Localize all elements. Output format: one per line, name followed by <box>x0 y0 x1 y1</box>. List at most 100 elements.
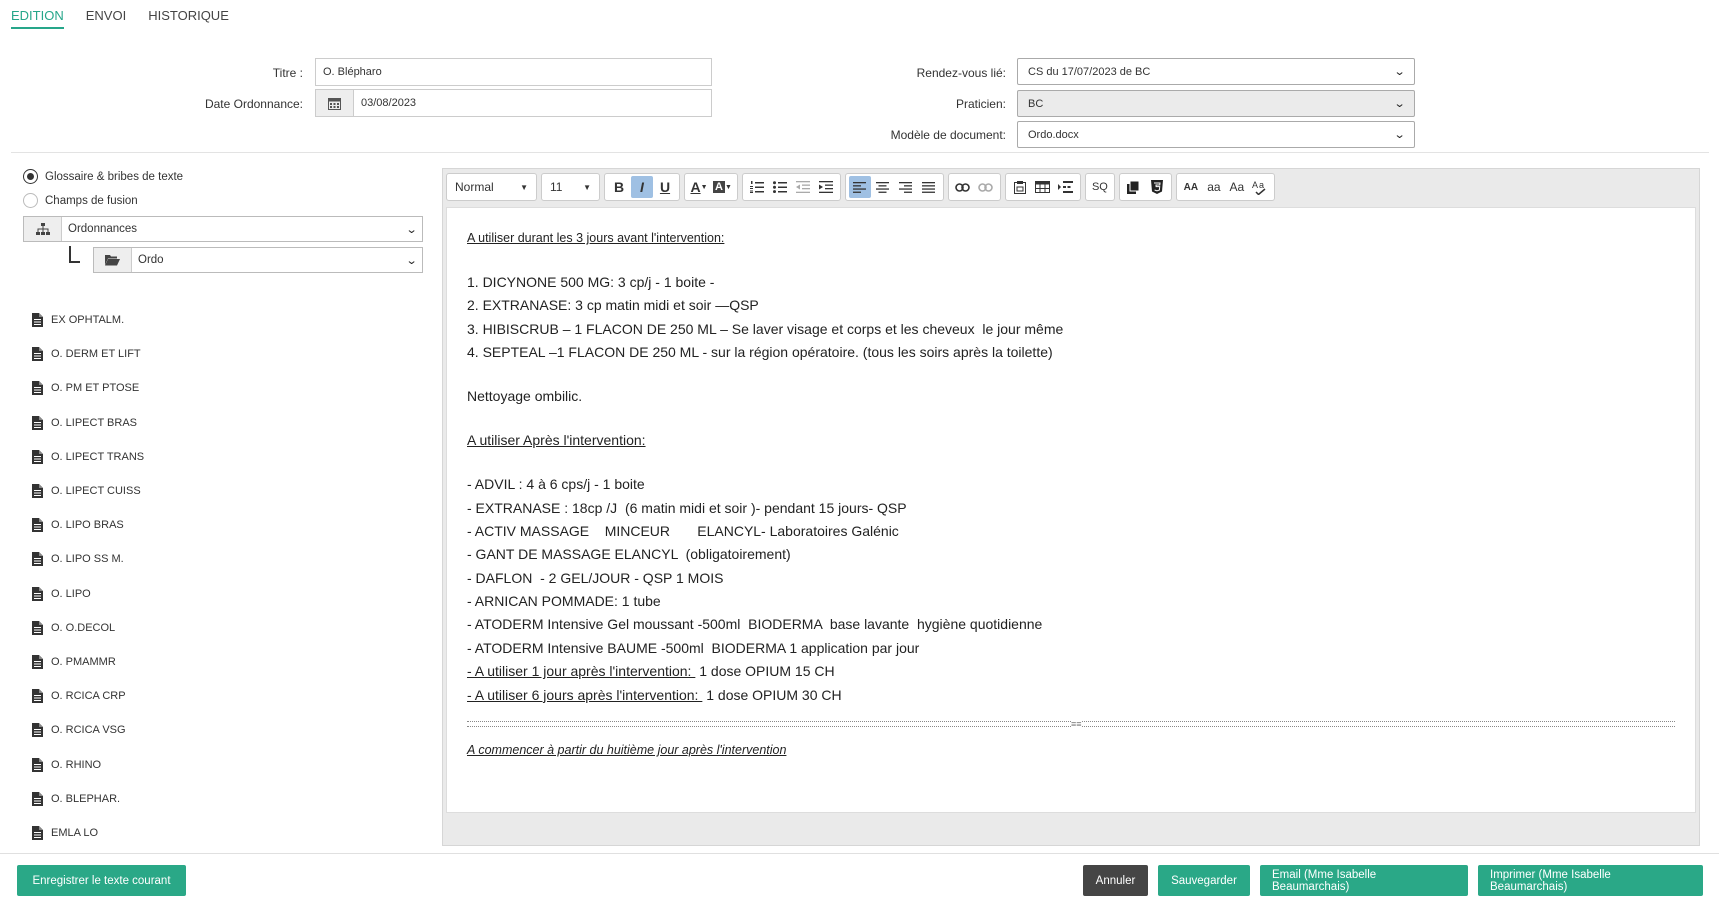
glossary-item[interactable]: O. LIPO <box>32 577 144 611</box>
radio-glossaire[interactable]: Glossaire & bribes de texte <box>23 169 183 184</box>
glossary-item[interactable]: O. LIPO SS M. <box>32 542 144 576</box>
unlink-icon[interactable] <box>975 176 997 198</box>
font-size-select[interactable]: 11 ▼ <box>541 173 600 201</box>
radio-dot <box>23 193 38 208</box>
underline-button[interactable]: U <box>654 176 676 198</box>
tab-envoi[interactable]: ENVOI <box>86 8 126 29</box>
bold-button[interactable]: B <box>608 176 630 198</box>
paste-icon[interactable] <box>1009 176 1031 198</box>
glossary-item-label: O. RCICA VSG <box>51 724 126 737</box>
caret-down-icon: ▼ <box>700 183 708 191</box>
doc-line-rest: 1 dose OPIUM 30 CH <box>702 686 842 703</box>
glossary-item[interactable]: O. BLEPHAR. <box>32 782 144 816</box>
glossary-item[interactable]: O. O.DECOL <box>32 611 144 645</box>
doc-line: A utiliser durant les 3 jours avant l'in… <box>467 231 725 245</box>
bullet-list-icon[interactable] <box>769 176 791 198</box>
document-page[interactable]: A utiliser durant les 3 jours avant l'in… <box>446 207 1696 813</box>
doc-line-underlined: - A utiliser 6 jours après l'interventio… <box>467 686 703 703</box>
glossary-item-label: O. RHINO <box>51 758 102 771</box>
modele-select[interactable]: Ordo.docx ⌄ <box>1017 121 1415 148</box>
category-select[interactable]: Ordonnances ⌄ <box>23 216 423 242</box>
tab-edition[interactable]: EDITION <box>11 8 64 29</box>
glossary-item[interactable]: EMLA LO <box>32 816 144 850</box>
italic-button[interactable]: I <box>631 176 653 198</box>
glossary-item[interactable]: O. PM ET PTOSE <box>32 371 144 405</box>
doc-line: - ATODERM Intensive BAUME -500ml BIODERM… <box>467 639 920 656</box>
file-text-icon <box>32 791 43 806</box>
glossary-item-label: O. DERM ET LIFT <box>51 348 141 361</box>
folder-open-icon <box>94 248 132 272</box>
modele-label: Modèle de document: <box>890 128 1006 142</box>
rdv-value: CS du 17/07/2023 de BC <box>1028 65 1151 78</box>
email-button[interactable]: Email (Mme Isabelle Beaumarchais) <box>1260 865 1468 896</box>
ordered-list-icon[interactable] <box>746 176 768 198</box>
save-current-text-button[interactable]: Enregistrer le texte courant <box>17 865 186 896</box>
praticien-select[interactable]: BC ⌄ <box>1017 90 1415 117</box>
folder-value: Ordo <box>138 254 164 266</box>
glossary-item[interactable]: O. RCICA VSG <box>32 713 144 747</box>
folder-select[interactable]: Ordo ⌄ <box>93 247 423 273</box>
file-text-icon <box>32 415 43 430</box>
doc-line: - A utiliser 6 jours après l'interventio… <box>467 684 1675 707</box>
glossary-item[interactable]: O. LIPECT CUISS <box>32 474 144 508</box>
insert-group <box>1004 173 1081 201</box>
caret-down-icon: ▼ <box>583 182 591 192</box>
chevron-down-icon: ⌄ <box>1393 129 1406 141</box>
format-group: B I U <box>604 173 680 201</box>
glossary-item-label: O. LIPO SS M. <box>51 553 124 566</box>
page-break-marker[interactable]: ≡≡ <box>467 719 1675 730</box>
align-justify-icon[interactable] <box>918 176 940 198</box>
align-left-icon[interactable] <box>848 176 871 198</box>
rdv-select[interactable]: CS du 17/07/2023 de BC ⌄ <box>1017 58 1415 85</box>
glossary-item[interactable]: O. PMAMMR <box>32 645 144 679</box>
spellcheck-icon[interactable]: Aa <box>1249 176 1271 198</box>
date-input[interactable]: 03/08/2023 <box>315 89 712 117</box>
save-button[interactable]: Sauvegarder <box>1158 865 1250 896</box>
doc-line: - GANT DE MASSAGE ELANCYL (obligatoireme… <box>467 546 791 563</box>
glossary-item-label: O. PM ET PTOSE <box>51 382 140 395</box>
titre-input[interactable]: O. Blépharo <box>315 58 712 86</box>
titlecase-button[interactable]: Aa <box>1226 176 1248 198</box>
align-center-icon[interactable] <box>872 176 894 198</box>
glossary-item[interactable]: O. RCICA CRP <box>32 679 144 713</box>
text-color-button[interactable]: A ▼ <box>688 176 710 198</box>
glossary-item[interactable]: O. DERM ET LIFT <box>32 337 144 371</box>
align-right-icon[interactable] <box>895 176 917 198</box>
file-text-icon <box>32 620 43 635</box>
glossary-item[interactable]: EX OPHTALM. <box>32 303 144 337</box>
file-text-icon <box>32 552 43 567</box>
paragraph-style-value: Normal <box>455 180 494 194</box>
chevron-down-icon: ⌄ <box>405 223 418 236</box>
glossary-item[interactable]: O. LIPECT TRANS <box>32 440 144 474</box>
file-text-icon <box>32 381 43 396</box>
tab-historique[interactable]: HISTORIQUE <box>148 8 229 29</box>
indent-icon[interactable] <box>815 176 837 198</box>
glossary-item-label: O. BLEPHAR. <box>51 792 121 805</box>
glossary-item[interactable]: O. RHINO <box>32 747 144 781</box>
calendar-icon[interactable] <box>316 90 354 116</box>
uppercase-button[interactable]: AA <box>1180 176 1202 198</box>
page-break-icon[interactable] <box>1055 176 1077 198</box>
lowercase-button[interactable]: aa <box>1203 176 1225 198</box>
file-text-icon <box>32 757 43 772</box>
glossary-item[interactable]: O. LIPECT BRAS <box>32 406 144 440</box>
outdent-icon[interactable] <box>792 176 814 198</box>
html5-icon[interactable] <box>1146 176 1168 198</box>
highlight-color-button[interactable]: A ▼ <box>711 176 734 198</box>
doc-line: 1. DICYNONE 500 MG: 3 cp/j - 1 boite - <box>467 273 715 290</box>
list-group <box>741 173 841 201</box>
link-icon[interactable] <box>952 176 974 198</box>
paragraph-style-select[interactable]: Normal ▼ <box>446 173 537 201</box>
cancel-button[interactable]: Annuler <box>1083 865 1148 896</box>
table-icon[interactable] <box>1032 176 1054 198</box>
date-value: 03/08/2023 <box>361 97 417 109</box>
sq-button[interactable]: SQ <box>1089 176 1111 198</box>
radio-champs[interactable]: Champs de fusion <box>23 193 138 208</box>
svg-text:A: A <box>1252 180 1258 190</box>
copy-icon[interactable] <box>1123 176 1145 198</box>
tab-bar: EDITION ENVOI HISTORIQUE <box>11 8 229 29</box>
print-button[interactable]: Imprimer (Mme Isabelle Beaumarchais) <box>1478 865 1703 896</box>
chevron-down-icon: ⌄ <box>1393 66 1406 78</box>
glossary-item[interactable]: O. LIPO BRAS <box>32 508 144 542</box>
doc-line: - ARNICAN POMMADE: 1 tube <box>467 593 661 610</box>
